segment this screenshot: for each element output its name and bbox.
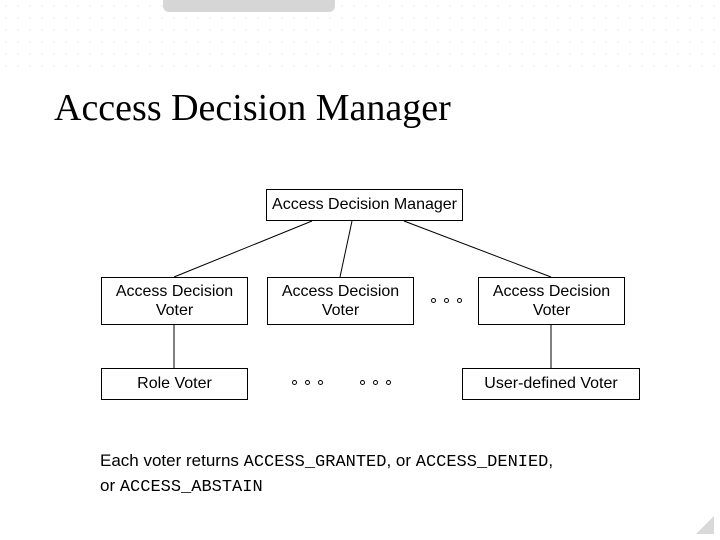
top-tab-shape [163,0,335,12]
box-user-voter: User-defined Voter [462,368,640,400]
caption-code-3: ACCESS_ABSTAIN [120,478,263,497]
caption-code-1: ACCESS_GRANTED [244,453,387,472]
corner-fold-icon [696,516,714,534]
ellipsis-level2 [423,298,469,303]
caption-lead: Each voter returns [100,451,244,470]
caption-code-2: ACCESS_DENIED [416,453,549,472]
box-manager: Access Decision Manager [266,189,463,221]
slide-title: Access Decision Manager [54,86,451,130]
box-voter-3: Access Decision Voter [478,277,625,325]
caption-text: Each voter returns ACCESS_GRANTED, or AC… [100,450,553,500]
box-role-voter: Role Voter [101,368,248,400]
caption-mid1: , or [386,451,415,470]
box-voter-1: Access Decision Voter [101,277,248,325]
ellipsis-level3-a [284,380,330,385]
ellipsis-level3-b [352,380,398,385]
box-voter-2: Access Decision Voter [267,277,414,325]
